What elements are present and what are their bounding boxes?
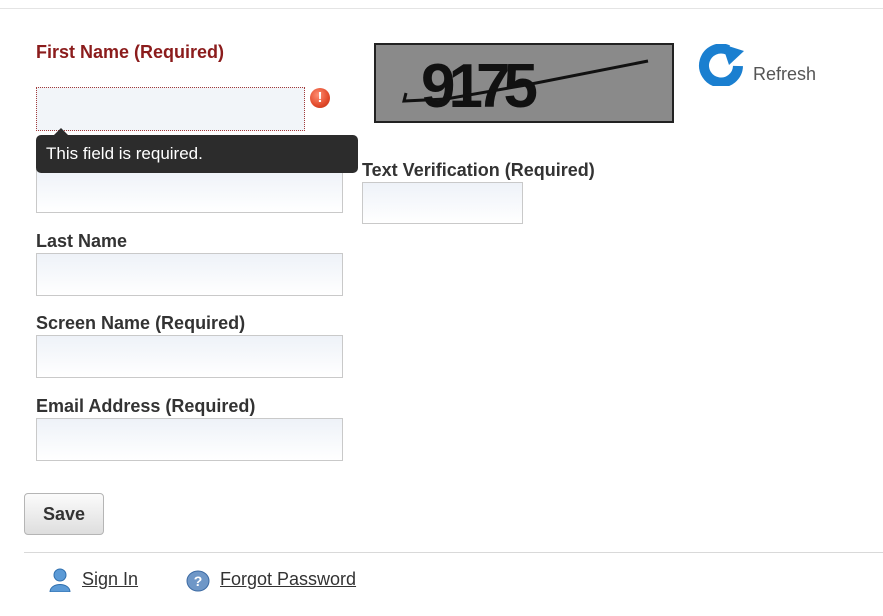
refresh-captcha-button[interactable]: Refresh [698, 44, 846, 88]
bottom-divider [24, 552, 883, 553]
email-label: Email Address (Required) [36, 396, 256, 416]
top-divider [0, 8, 883, 9]
screen-name-label: Screen Name (Required) [36, 313, 246, 333]
tooltip-text: This field is required. [46, 144, 203, 163]
refresh-label: Refresh [753, 64, 817, 84]
last-name-input[interactable] [36, 253, 343, 296]
email-input[interactable] [36, 418, 343, 461]
tooltip-caret [54, 128, 68, 135]
last-name-label: Last Name [36, 231, 128, 251]
captcha-graphic: 9175 [402, 52, 649, 121]
error-icon: ! [310, 88, 330, 108]
captcha-image: 9175 [374, 43, 674, 123]
screen-name-input[interactable] [36, 335, 343, 378]
sign-in-label: Sign In [82, 569, 139, 589]
middle-name-input[interactable] [36, 169, 343, 213]
help-icon: ? [186, 570, 210, 592]
user-icon [49, 568, 71, 592]
save-button[interactable]: Save [24, 493, 104, 535]
first-name-input[interactable] [36, 87, 305, 131]
forgot-password-label: Forgot Password [220, 569, 357, 589]
text-verification-label: Text Verification (Required) [362, 160, 595, 180]
first-name-label: First Name (Required) [36, 42, 225, 62]
svg-text:?: ? [194, 573, 203, 589]
text-verification-input[interactable] [362, 182, 523, 224]
validation-tooltip: This field is required. [36, 128, 358, 173]
refresh-icon [699, 44, 744, 86]
